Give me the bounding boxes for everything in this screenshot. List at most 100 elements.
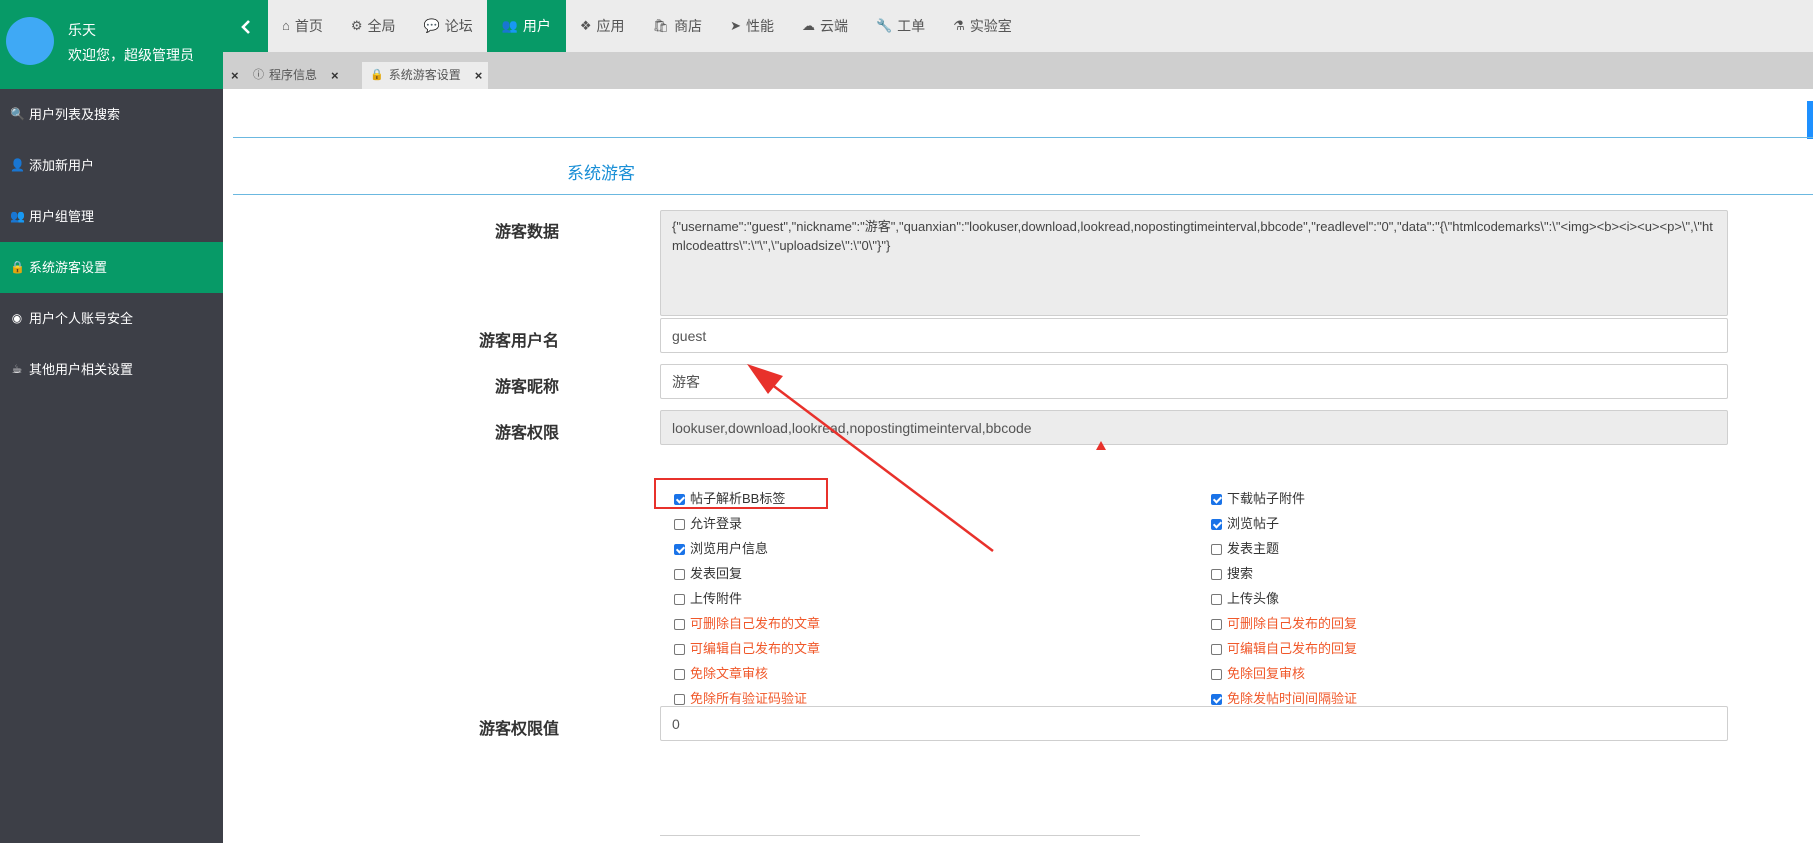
collapse-sidebar-button[interactable] xyxy=(223,0,268,52)
guest-permission-input[interactable] xyxy=(660,410,1728,445)
guest-nickname-label: 游客昵称 xyxy=(494,379,559,396)
guest-permission-value-input[interactable] xyxy=(660,706,1728,741)
sidebar-item-user-groups[interactable]: 👥 用户组管理 xyxy=(0,191,223,242)
avatar[interactable] xyxy=(6,17,54,65)
guest-username-label: 游客用户名 xyxy=(478,333,559,350)
lock-icon: 🔒 xyxy=(370,69,384,81)
chevron-left-icon xyxy=(240,19,250,34)
annotation-highlight-box xyxy=(654,478,828,509)
scrollbar-indicator[interactable] xyxy=(1807,101,1813,139)
user-plus-icon: 👤 xyxy=(10,158,25,172)
nav-tickets[interactable]: 🔧 工单 xyxy=(862,0,939,52)
permission-checkbox[interactable] xyxy=(674,693,685,705)
home-icon: ⌂ xyxy=(282,18,290,33)
user-panel: 乐天 欢迎您，超级管理员 xyxy=(0,0,223,89)
sidebar-item-user-list[interactable]: 🔍 用户列表及搜索 xyxy=(0,89,223,140)
tab-label: 系统游客设置 xyxy=(388,68,461,82)
permission-checkbox[interactable] xyxy=(1211,518,1222,530)
nav-users[interactable]: 👥 用户 xyxy=(486,0,566,52)
permission-label: 可编辑自己发布的文章 xyxy=(690,641,821,656)
nav-store[interactable]: 🛍 商店 xyxy=(639,0,717,52)
close-icon[interactable]: × xyxy=(325,62,345,89)
tab-program-info[interactable]: ⓘ 程序信息 × xyxy=(253,62,345,89)
tab-label: 程序信息 xyxy=(269,68,318,82)
nav-global[interactable]: ⚙ 全局 xyxy=(337,0,410,52)
top-nav: ⌂ 首页 ⚙ 全局 💬 论坛 👥 用户 ❖ 应用 🛍 商店 ➤ 性能 ☁ 云端 🔧 工单 ⚗ 实验室 xyxy=(223,0,1813,53)
permission-option[interactable]: 可删除自己发布的文章 xyxy=(674,614,820,634)
section-title: 系统游客 xyxy=(567,164,635,183)
permission-option[interactable]: 免除文章审核 xyxy=(674,664,768,684)
permission-checkbox[interactable] xyxy=(1211,618,1222,630)
permission-option[interactable]: 发表回复 xyxy=(674,564,742,584)
search-icon: 🔍 xyxy=(10,107,25,121)
permission-checkbox[interactable] xyxy=(1211,568,1222,580)
permission-label: 上传附件 xyxy=(690,591,743,606)
permission-checkbox[interactable] xyxy=(674,643,685,655)
guest-nickname-input[interactable] xyxy=(660,364,1728,399)
permission-option[interactable]: 搜索 xyxy=(1211,564,1253,584)
sidebar-item-guest-settings[interactable]: 🔒 系统游客设置 xyxy=(0,242,223,293)
permission-checkbox[interactable] xyxy=(1211,643,1222,655)
coffee-icon: ☕ xyxy=(11,362,23,376)
guest-username-input[interactable] xyxy=(660,318,1728,353)
permission-label: 下载帖子附件 xyxy=(1227,491,1306,506)
cloud-icon: ☁ xyxy=(801,18,815,33)
permission-option[interactable]: 浏览帖子 xyxy=(1211,514,1279,534)
permission-option[interactable]: 可编辑自己发布的回复 xyxy=(1211,639,1357,659)
nav-cloud[interactable]: ☁ 云端 xyxy=(788,0,862,52)
nav-forum[interactable]: 💬 论坛 xyxy=(410,0,487,52)
permission-option[interactable]: 允许登录 xyxy=(674,514,742,534)
permission-option[interactable]: 浏览用户信息 xyxy=(674,539,768,559)
nav-performance[interactable]: ➤ 性能 xyxy=(716,0,788,52)
nav-lab[interactable]: ⚗ 实验室 xyxy=(939,0,1026,52)
sidebar-item-add-user[interactable]: 👤 添加新用户 xyxy=(0,140,223,191)
cogs-icon: ⚙ xyxy=(350,18,363,33)
lock-icon: 🔒 xyxy=(10,260,25,274)
permission-label: 可删除自己发布的文章 xyxy=(690,616,821,631)
permission-checkbox[interactable] xyxy=(1211,693,1222,705)
close-icon[interactable]: × xyxy=(225,62,245,89)
user-name: 乐天 xyxy=(68,22,96,38)
permission-label: 搜索 xyxy=(1227,566,1254,581)
user-welcome: 欢迎您，超级管理员 xyxy=(68,47,194,63)
permission-option[interactable]: 免除回复审核 xyxy=(1211,664,1305,684)
permission-checkbox[interactable] xyxy=(674,543,685,555)
permission-option[interactable]: 上传附件 xyxy=(674,589,742,609)
permission-checkbox[interactable] xyxy=(674,593,685,605)
guest-permission-value-label: 游客权限值 xyxy=(478,721,559,738)
paper-plane-icon: ➤ xyxy=(730,18,741,33)
permission-option[interactable]: 下载帖子附件 xyxy=(1211,489,1305,509)
permission-checkbox[interactable] xyxy=(1211,593,1222,605)
close-icon[interactable]: × xyxy=(469,62,489,89)
permission-checkbox[interactable] xyxy=(674,568,685,580)
permission-label: 免除回复审核 xyxy=(1227,666,1306,681)
users-icon: 👥 xyxy=(501,18,518,33)
guest-data-label: 游客数据 xyxy=(494,224,559,241)
cubes-icon: ❖ xyxy=(579,18,592,33)
divider xyxy=(233,194,1813,195)
permission-checkbox[interactable] xyxy=(1211,493,1222,505)
permission-checkbox[interactable] xyxy=(1211,668,1222,680)
tab-blank[interactable]: × xyxy=(225,62,245,89)
permission-label: 可删除自己发布的回复 xyxy=(1227,616,1358,631)
permission-checkbox[interactable] xyxy=(1211,543,1222,555)
nav-home[interactable]: ⌂ 首页 xyxy=(268,0,337,52)
permission-checkbox[interactable] xyxy=(674,668,685,680)
nav-apps[interactable]: ❖ 应用 xyxy=(566,0,639,52)
permission-option[interactable]: 上传头像 xyxy=(1211,589,1279,609)
permission-checkbox[interactable] xyxy=(674,518,685,530)
permission-option[interactable]: 可删除自己发布的回复 xyxy=(1211,614,1357,634)
sidebar-item-other-settings[interactable]: ☕ 其他用户相关设置 xyxy=(0,344,223,395)
divider xyxy=(233,137,1813,138)
wrench-icon: 🔧 xyxy=(875,18,893,33)
main-content: 系统游客 游客数据 {"username":"guest","nickname"… xyxy=(223,89,1813,843)
guest-data-textarea[interactable]: {"username":"guest","nickname":"游客","qua… xyxy=(660,210,1728,316)
sidebar-item-account-security[interactable]: ◉ 用户个人账号安全 xyxy=(0,293,223,344)
permission-option[interactable]: 发表主题 xyxy=(1211,539,1279,559)
tab-guest-settings[interactable]: 🔒 系统游客设置 × xyxy=(362,62,489,89)
permission-label: 免除文章审核 xyxy=(690,666,769,681)
permission-label: 浏览用户信息 xyxy=(690,541,769,556)
permission-checkbox[interactable] xyxy=(674,618,685,630)
permission-option[interactable]: 可编辑自己发布的文章 xyxy=(674,639,820,659)
user-circle-icon: ◉ xyxy=(11,311,23,325)
